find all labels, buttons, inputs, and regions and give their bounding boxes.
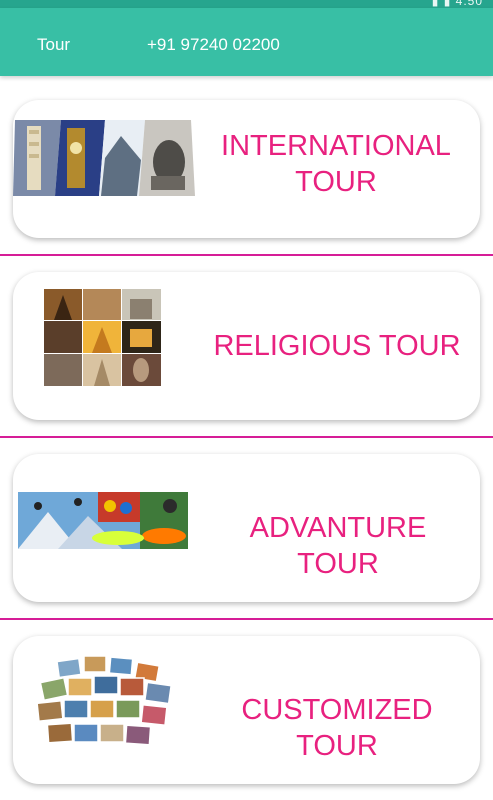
international-tour-label-line1: INTERNATIONAL bbox=[221, 130, 451, 162]
divider bbox=[0, 436, 493, 438]
divider bbox=[0, 618, 493, 620]
landmarks-collage-image bbox=[13, 120, 195, 196]
international-tour-label: INTERNATIONAL TOUR bbox=[213, 128, 459, 200]
international-tour-label-line2: TOUR bbox=[295, 166, 377, 198]
adventure-tour-card[interactable]: ADVANTURE TOUR bbox=[13, 454, 480, 602]
photo-stack-collage-image bbox=[36, 655, 172, 746]
customized-tour-label: CUSTOMIZED TOUR bbox=[241, 694, 433, 762]
app-bar: Tour +91 97240 02200 bbox=[0, 8, 493, 76]
app-title: Tour bbox=[37, 35, 71, 54]
adventure-collage-image bbox=[18, 492, 188, 549]
religious-tour-card[interactable]: RELIGIOUS TOUR bbox=[13, 272, 480, 420]
status-bar: ▮ ▮ 4:50 bbox=[0, 0, 493, 8]
status-icons: ▮ ▮ 4:50 bbox=[432, 0, 483, 8]
status-time: 4:50 bbox=[455, 0, 483, 8]
divider bbox=[0, 254, 493, 256]
religious-tour-label: RELIGIOUS TOUR bbox=[213, 330, 461, 362]
phone-number[interactable]: +91 97240 02200 bbox=[147, 35, 280, 55]
international-tour-card[interactable]: INTERNATIONAL TOUR bbox=[13, 100, 480, 238]
adventure-tour-label: ADVANTURE TOUR bbox=[249, 512, 427, 580]
temples-collage-image bbox=[44, 289, 161, 386]
customized-tour-card[interactable]: CUSTOMIZED TOUR bbox=[13, 636, 480, 784]
